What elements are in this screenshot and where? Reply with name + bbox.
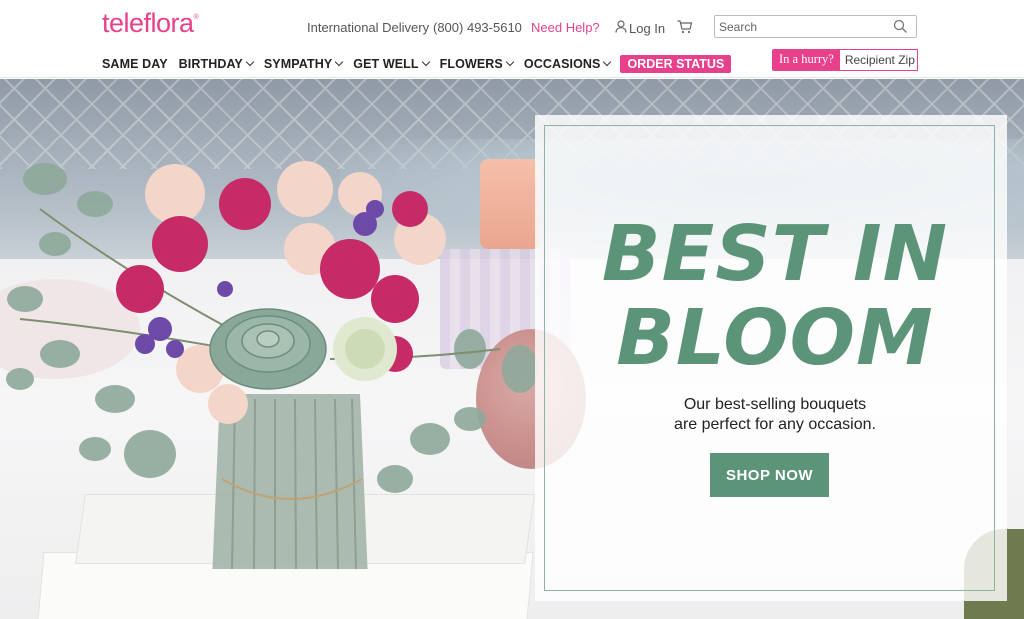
teleflora-logo[interactable]: teleflora® [102,8,199,39]
order-status-button[interactable]: ORDER STATUS [620,55,732,73]
chevron-down-icon [421,57,430,67]
need-help-link[interactable]: Need Help? [531,20,600,35]
search-icon[interactable] [893,19,908,39]
main-nav: SAME DAY BIRTHDAY SYMPATHY GET WELL FLOW… [102,55,732,73]
chevron-down-icon [603,57,612,67]
phone-number-link[interactable]: (800) 493-5610 [433,20,522,35]
promo-title-line1: BEST IN [601,210,949,299]
hurry-zip-widget: In a hurry? [772,49,918,71]
promo-subtitle-line2: are perfect for any occasion. [674,416,876,433]
nav-birthday[interactable]: BIRTHDAY [179,57,255,71]
flower-bouquet-image [6,161,538,569]
promo-title-line2: BLOOM [616,294,934,383]
shop-now-button[interactable]: SHOP NOW [710,453,829,497]
chevron-down-icon [335,57,344,67]
hurry-label: In a hurry? [772,49,840,71]
nav-flowers[interactable]: FLOWERS [440,57,515,71]
site-header: teleflora® International Delivery (800) … [0,0,1024,78]
nav-get-well[interactable]: GET WELL [353,57,430,71]
hero-banner[interactable]: BEST IN BLOOM Our best-selling bouquets … [0,79,1024,619]
nav-sympathy[interactable]: SYMPATHY [264,57,344,71]
search-input[interactable] [719,18,889,35]
promo-subtitle: Our best-selling bouquets are perfect fo… [560,395,990,435]
chevron-down-icon [505,57,515,67]
login-link[interactable]: Log In [615,20,665,36]
chevron-down-icon [245,57,255,67]
cart-icon[interactable] [677,20,693,37]
nav-same-day[interactable]: SAME DAY [102,57,168,71]
recipient-zip-input[interactable] [839,49,918,71]
promo-subtitle-line1: Our best-selling bouquets [683,396,867,413]
nav-occasions[interactable]: OCCASIONS [524,57,612,71]
promo-title: BEST IN BLOOM [560,213,990,381]
search-box [714,15,917,38]
user-icon [615,20,627,36]
international-delivery-link[interactable]: International Delivery [307,20,429,35]
login-label: Log In [629,20,666,36]
